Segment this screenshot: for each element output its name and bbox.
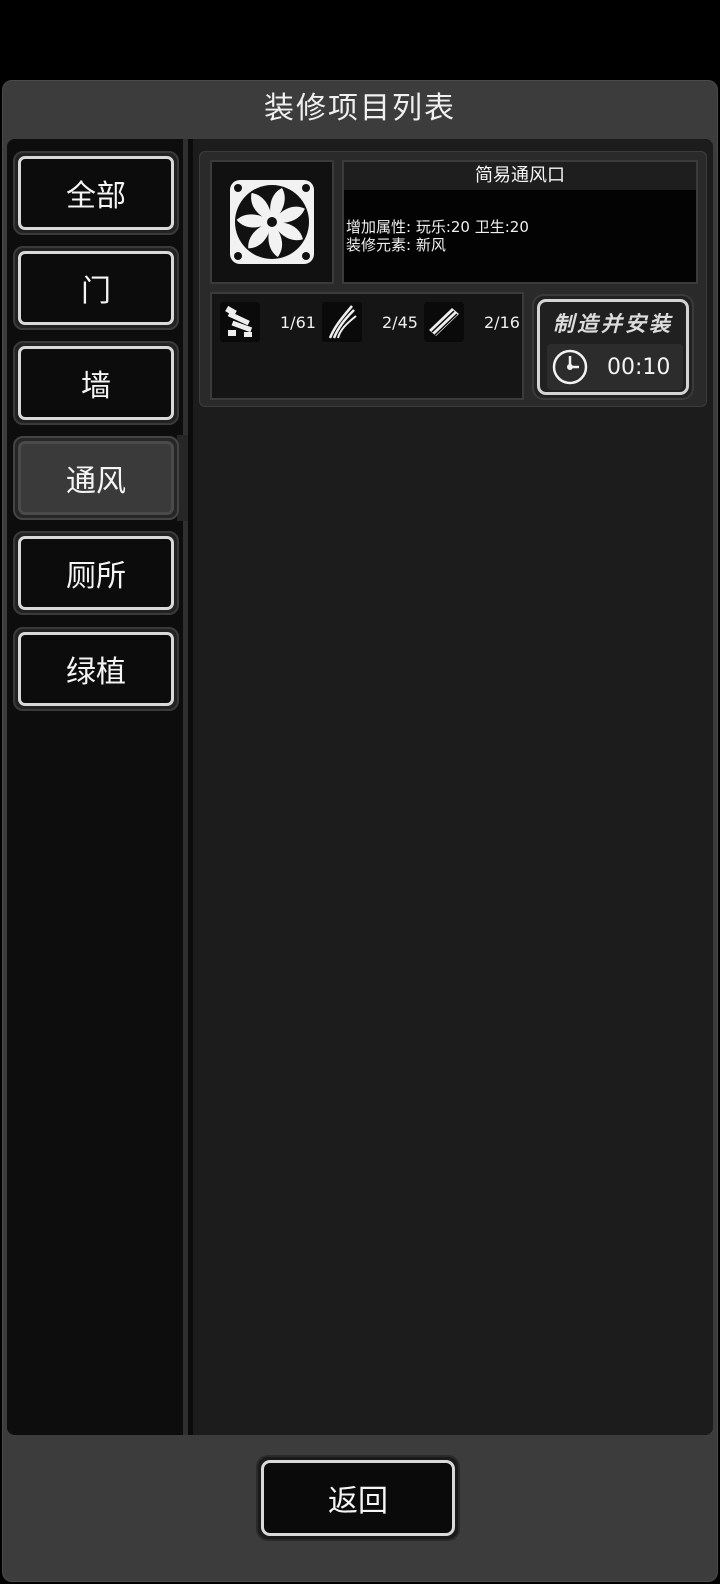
resource-item: 1/61: [220, 302, 316, 342]
plank-icon: [424, 302, 464, 342]
item-icon-box: [210, 160, 334, 284]
category-door-button[interactable]: 门: [13, 246, 179, 330]
wire-icon: [322, 302, 362, 342]
category-label: 厕所: [18, 536, 174, 610]
category-label: 通风: [18, 441, 174, 515]
item-details: 增加属性: 玩乐:20 卫生:20 装修元素: 新风: [346, 218, 529, 254]
category-sidebar: 全部 门 墙 通风 厕所 绿植: [7, 139, 188, 1435]
item-card: 简易通风口 增加属性: 玩乐:20 卫生:20 装修元素: 新风 1/61 2/…: [199, 151, 707, 407]
content-area: 全部 门 墙 通风 厕所 绿植 简易通风口 增加属性: 玩乐:20 卫生:20 …: [7, 139, 713, 1435]
category-plant-button[interactable]: 绿植: [13, 627, 179, 711]
return-button[interactable]: 返回: [256, 1455, 460, 1541]
craft-timer: 00:10: [547, 344, 683, 390]
item-attributes: 增加属性: 玩乐:20 卫生:20: [346, 218, 529, 236]
resource-count: 1/61: [280, 312, 316, 332]
resource-item: 2/45: [322, 302, 418, 342]
category-label: 墙: [18, 346, 174, 420]
resource-item: 2/16: [424, 302, 520, 342]
panel-title: 装修项目列表: [264, 91, 456, 126]
category-label: 绿植: [18, 632, 174, 706]
category-toilet-button[interactable]: 厕所: [13, 531, 179, 615]
return-label: 返回: [261, 1460, 455, 1536]
craft-time: 00:10: [607, 354, 671, 380]
pipe-parts-icon: [220, 302, 260, 342]
item-name: 简易通风口: [344, 162, 696, 190]
resource-count: 2/16: [484, 312, 520, 332]
craft-label: 制造并安装: [553, 312, 673, 336]
item-description-box: 简易通风口 增加属性: 玩乐:20 卫生:20 装修元素: 新风: [342, 160, 698, 284]
fan-icon: [230, 180, 314, 264]
category-wall-button[interactable]: 墙: [13, 341, 179, 425]
resource-requirements: 1/61 2/45 2/16: [210, 292, 524, 400]
clock-icon: [551, 348, 589, 386]
category-label: 门: [18, 251, 174, 325]
item-list: 简易通风口 增加属性: 玩乐:20 卫生:20 装修元素: 新风 1/61 2/…: [193, 139, 713, 1435]
category-label: 全部: [18, 156, 174, 230]
decoration-list-panel: 装修项目列表 全部 门 墙 通风 厕所 绿植 简易通风口 增加属性: 玩乐:20…: [2, 80, 718, 1582]
craft-button-inner: 制造并安装 00:10: [537, 299, 689, 395]
resource-count: 2/45: [382, 312, 418, 332]
craft-and-install-button[interactable]: 制造并安装 00:10: [532, 294, 694, 400]
item-elements: 装修元素: 新风: [346, 236, 446, 254]
category-all-button[interactable]: 全部: [13, 151, 179, 235]
category-ventilation-button[interactable]: 通风: [13, 436, 179, 520]
